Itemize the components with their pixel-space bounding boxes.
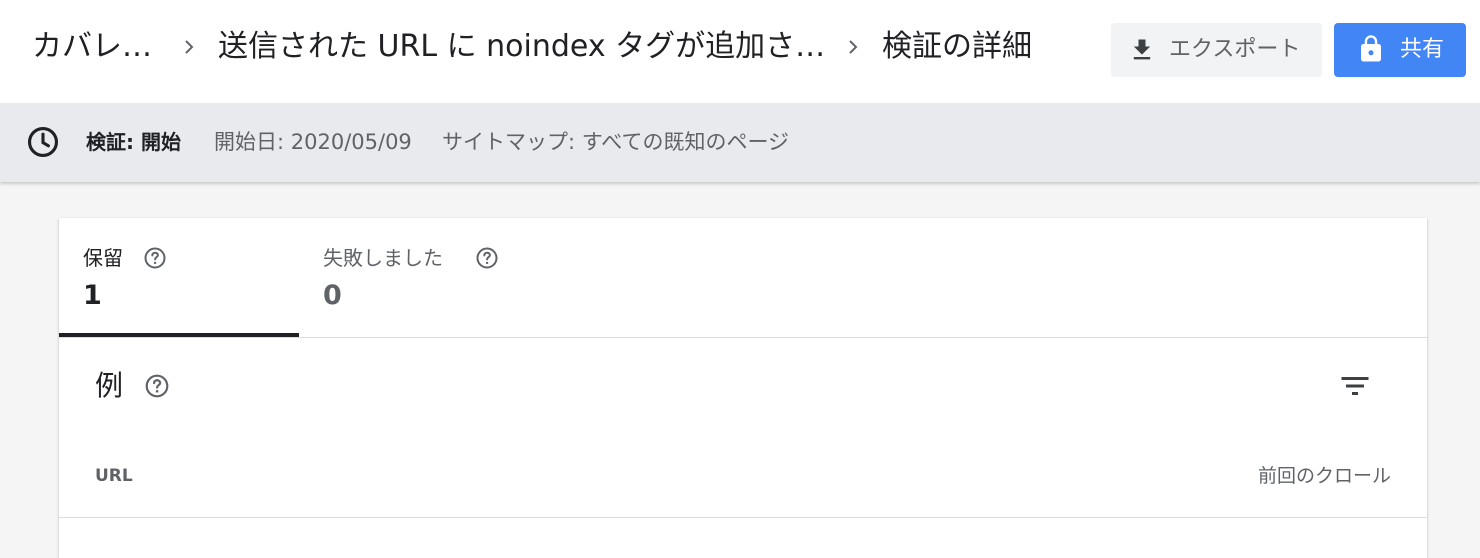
- table-header-divider: [59, 517, 1427, 518]
- breadcrumb-item-issue[interactable]: 送信された URL に noindex タグが追加さ…: [218, 27, 825, 67]
- help-circle-icon[interactable]: [475, 246, 499, 270]
- top-bar: カバレ… 送信された URL に noindex タグが追加さ… 検証の詳細 エ…: [0, 0, 1480, 103]
- column-header-last-crawl[interactable]: 前回のクロール: [1258, 463, 1391, 489]
- tabs-divider: [59, 337, 1427, 338]
- help-circle-icon[interactable]: [144, 373, 170, 399]
- tab-pending[interactable]: 保留 1: [59, 218, 299, 337]
- tab-failed[interactable]: 失敗しました 0: [299, 218, 559, 337]
- share-button-label: 共有: [1400, 37, 1445, 62]
- examples-title: 例: [95, 369, 124, 402]
- share-button[interactable]: 共有: [1334, 23, 1466, 77]
- tab-pending-count: 1: [83, 280, 102, 311]
- help-circle-icon[interactable]: [143, 246, 167, 270]
- filter-icon[interactable]: [1337, 368, 1373, 404]
- column-header-url[interactable]: URL: [95, 464, 133, 488]
- validation-state: 検証: 開始: [86, 130, 181, 154]
- download-icon: [1133, 39, 1151, 60]
- tab-pending-label: 保留: [83, 246, 123, 270]
- validation-start-date: 開始日: 2020/05/09: [214, 130, 412, 154]
- export-button-label: エクスポート: [1169, 37, 1301, 62]
- chevron-right-icon: [185, 40, 194, 54]
- breadcrumb-item-current: 検証の詳細: [882, 29, 1032, 64]
- breadcrumb-item-coverage[interactable]: カバレ…: [32, 27, 152, 67]
- clock-icon: [27, 126, 59, 158]
- export-button[interactable]: エクスポート: [1111, 23, 1322, 77]
- validation-details-card: 保留 1 失敗しました 0 例 URL 前回のクロール: [59, 218, 1427, 558]
- chevron-right-icon: [849, 40, 858, 54]
- tab-failed-count: 0: [323, 280, 342, 311]
- validation-sitemap: サイトマップ: すべての既知のページ: [442, 130, 790, 154]
- lock-icon: [1361, 35, 1381, 62]
- tab-failed-label: 失敗しました: [323, 246, 443, 270]
- validation-status-bar: 検証: 開始 開始日: 2020/05/09 サイトマップ: すべての既知のペー…: [0, 103, 1480, 182]
